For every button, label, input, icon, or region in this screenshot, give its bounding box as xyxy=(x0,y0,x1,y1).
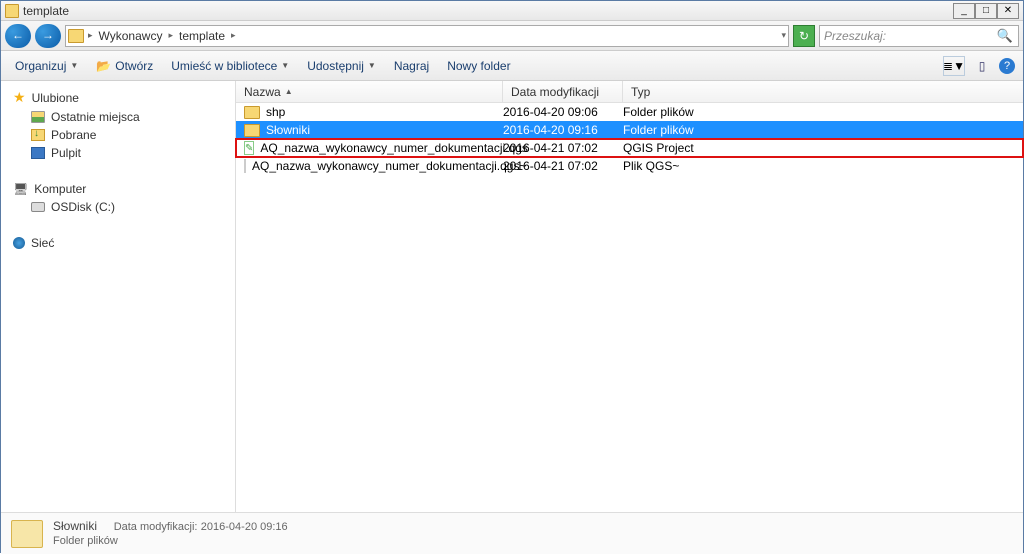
app-folder-icon xyxy=(5,4,19,18)
sidebar-computer-header[interactable]: 🖥Komputer xyxy=(1,180,235,198)
window-title: template xyxy=(23,4,953,18)
file-type: Folder plików xyxy=(623,105,1023,119)
forward-button[interactable]: → xyxy=(35,24,61,48)
recent-icon xyxy=(31,111,45,123)
sidebar-favorites-header[interactable]: ★Ulubione xyxy=(1,87,235,108)
column-date[interactable]: Data modyfikacji xyxy=(503,81,623,102)
computer-icon: 🖥 xyxy=(13,182,28,196)
address-bar[interactable]: ▸ Wykonawcy ▸ template ▸ ▾ xyxy=(65,25,789,47)
sidebar: ★Ulubione Ostatnie miejsca Pobrane Pulpi… xyxy=(1,81,236,512)
search-input[interactable]: Przeszukaj: 🔍 xyxy=(819,25,1019,47)
library-button[interactable]: Umieść w bibliotece▼ xyxy=(165,56,295,76)
column-type[interactable]: Typ xyxy=(623,81,1023,102)
file-type: Plik QGS~ xyxy=(623,159,1023,173)
file-date: 2016-04-20 09:16 xyxy=(503,123,623,137)
sidebar-item-osdisk[interactable]: OSDisk (C:) xyxy=(1,198,235,216)
share-button[interactable]: Udostępnij▼ xyxy=(301,56,382,76)
burn-button[interactable]: Nagraj xyxy=(388,56,435,76)
minimize-button[interactable]: _ xyxy=(953,3,975,19)
nav-bar: ← → ▸ Wykonawcy ▸ template ▸ ▾ ↻ Przeszu… xyxy=(1,21,1023,51)
organize-button[interactable]: Organizuj▼ xyxy=(9,56,84,76)
generic-file-icon xyxy=(244,159,246,173)
address-folder-icon xyxy=(68,29,84,43)
maximize-button[interactable]: □ xyxy=(975,3,997,19)
table-row[interactable]: shp 2016-04-20 09:06Folder plików xyxy=(236,103,1023,121)
file-date: 2016-04-21 07:02 xyxy=(503,141,623,155)
table-row[interactable]: ✎ AQ_nazwa_wykonawcy_numer_dokumentacji.q… xyxy=(236,139,1023,157)
column-headers: Nazwa ▲ Data modyfikacji Typ xyxy=(236,81,1023,103)
file-date: 2016-04-20 09:06 xyxy=(503,105,623,119)
table-row[interactable]: Słowniki 2016-04-20 09:16Folder plików xyxy=(236,121,1023,139)
sidebar-item-downloads[interactable]: Pobrane xyxy=(1,126,235,144)
breadcrumb-separator-icon: ▸ xyxy=(231,30,236,41)
file-name: AQ_nazwa_wykonawcy_numer_dokumentacji.qg… xyxy=(260,141,527,155)
search-placeholder: Przeszukaj: xyxy=(824,29,996,43)
close-button[interactable]: ✕ xyxy=(997,3,1019,19)
details-pane: Słowniki Data modyfikacji: 2016-04-20 09… xyxy=(1,512,1023,554)
sidebar-item-recent[interactable]: Ostatnie miejsca xyxy=(1,108,235,126)
sidebar-item-desktop[interactable]: Pulpit xyxy=(1,144,235,162)
search-icon[interactable]: 🔍 xyxy=(996,27,1014,45)
breadcrumb[interactable]: Wykonawcy xyxy=(97,29,165,43)
address-dropdown-icon[interactable]: ▾ xyxy=(781,30,786,41)
sidebar-network-header[interactable]: Sieć xyxy=(1,234,235,252)
open-button[interactable]: 📂Otwórz xyxy=(90,56,159,76)
toolbar: Organizuj▼ 📂Otwórz Umieść w bibliotece▼ … xyxy=(1,51,1023,81)
desktop-icon xyxy=(31,147,45,159)
breadcrumb-separator-icon: ▸ xyxy=(88,30,93,41)
sort-asc-icon: ▲ xyxy=(285,87,293,96)
breadcrumb[interactable]: template xyxy=(177,29,227,43)
back-button[interactable]: ← xyxy=(5,24,31,48)
column-name[interactable]: Nazwa ▲ xyxy=(236,81,503,102)
status-subtype: Folder plików xyxy=(53,534,288,548)
file-type: Folder plików xyxy=(623,123,1023,137)
folder-icon xyxy=(244,124,260,137)
new-folder-button[interactable]: Nowy folder xyxy=(441,56,516,76)
file-type: QGIS Project xyxy=(623,141,1023,155)
title-bar: template _ □ ✕ xyxy=(1,1,1023,21)
qgis-file-icon: ✎ xyxy=(244,141,254,155)
file-name: AQ_nazwa_wykonawcy_numer_dokumentacji.qg… xyxy=(252,159,526,173)
breadcrumb-separator-icon: ▸ xyxy=(168,30,173,41)
file-date: 2016-04-21 07:02 xyxy=(503,159,623,173)
folder-icon xyxy=(244,106,260,119)
star-icon: ★ xyxy=(13,89,26,106)
file-list: Nazwa ▲ Data modyfikacji Typ shp 2016-04-… xyxy=(236,81,1023,512)
file-name: Słowniki xyxy=(266,123,310,137)
disk-icon xyxy=(31,202,45,212)
view-options-button[interactable]: ≣ ▼ xyxy=(943,56,965,76)
details-folder-icon xyxy=(11,520,43,548)
table-row[interactable]: AQ_nazwa_wykonawcy_numer_dokumentacji.qg… xyxy=(236,157,1023,175)
status-meta-label: Data modyfikacji: xyxy=(114,521,198,533)
help-button[interactable]: ? xyxy=(999,58,1015,74)
network-icon xyxy=(13,237,25,249)
refresh-button[interactable]: ↻ xyxy=(793,25,815,47)
status-name: Słowniki xyxy=(53,519,97,533)
status-meta-value: 2016-04-20 09:16 xyxy=(201,521,288,533)
preview-pane-button[interactable]: ▯ xyxy=(971,56,993,76)
file-name: shp xyxy=(266,105,285,119)
downloads-icon xyxy=(31,129,45,141)
